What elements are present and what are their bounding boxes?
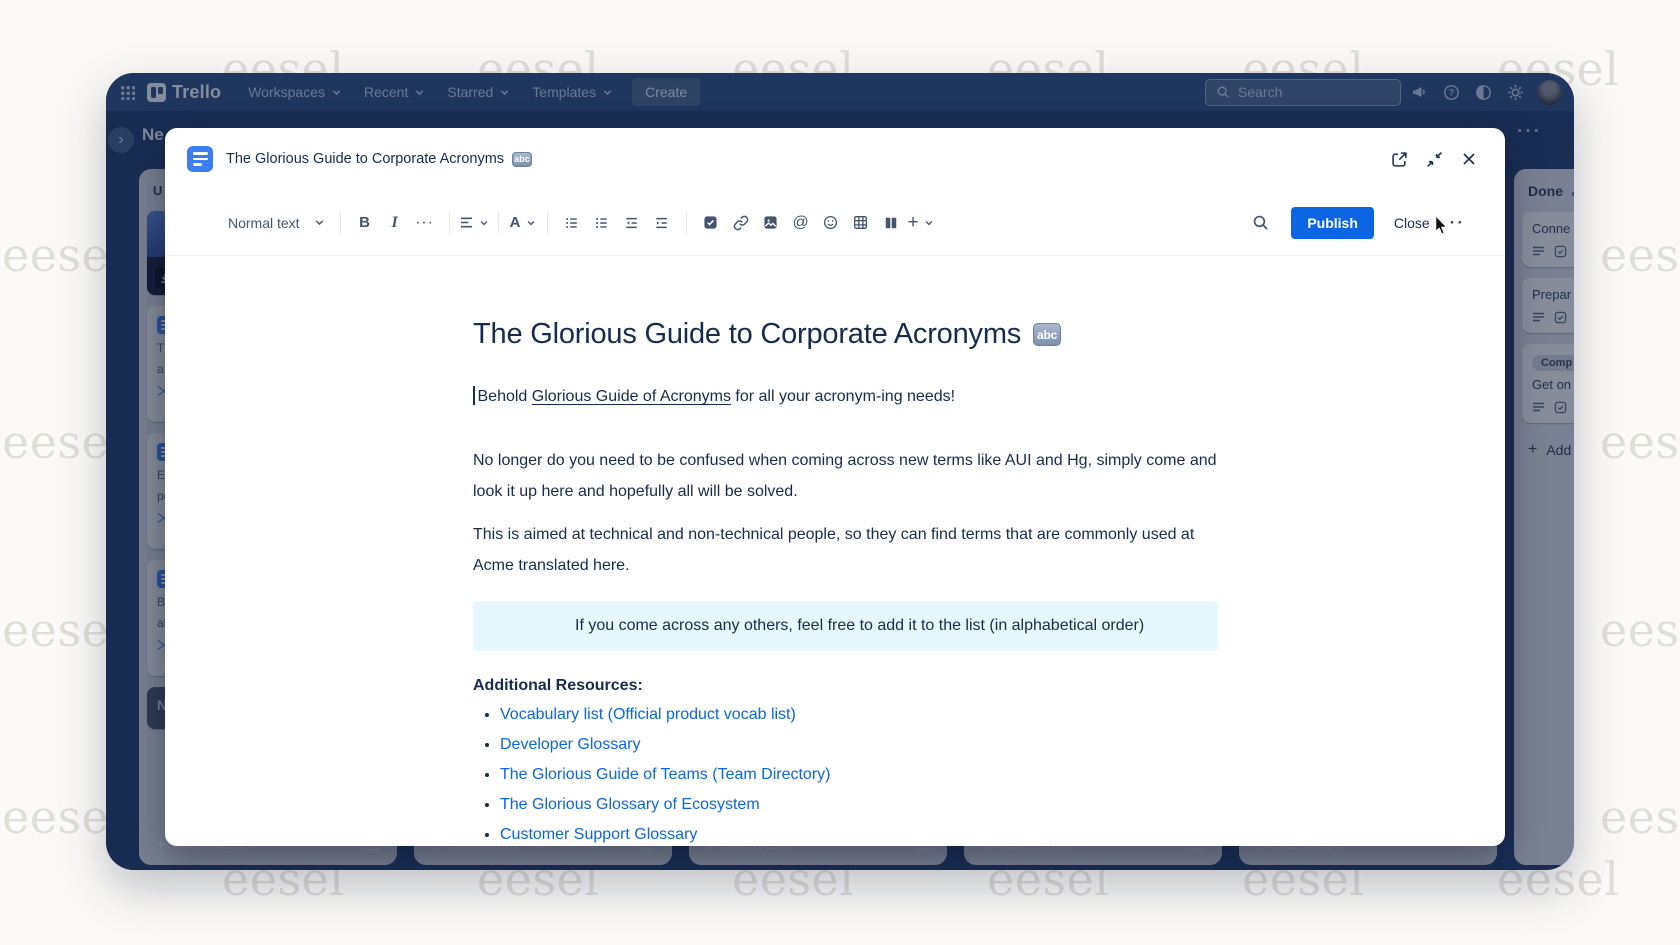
toolbar-divider [547, 212, 548, 234]
outdent-icon [624, 216, 639, 230]
table-button[interactable] [846, 208, 876, 238]
chevron-down-icon [479, 218, 489, 228]
editor-toolbar: Normal text B I ··· A [165, 190, 1505, 256]
paragraph-intro[interactable]: Behold Glorious Guide of Acronyms for al… [473, 385, 1218, 409]
italic-button[interactable]: I [380, 208, 410, 238]
paragraph-text: Behold [478, 388, 532, 405]
watermark-text: eesel [1600, 228, 1680, 282]
toolbar-divider [340, 212, 341, 234]
emoji-icon [823, 215, 838, 230]
modal-title-text: The Glorious Guide to Corporate Acronyms [226, 151, 504, 167]
resource-link[interactable]: Customer Support Glossary [500, 826, 697, 843]
find-in-doc-button[interactable] [1245, 208, 1275, 238]
modal-title: The Glorious Guide to Corporate Acronyms… [226, 151, 532, 167]
paragraph-text: for all your acronym-ing needs! [731, 388, 955, 405]
toolbar-overflow-icon[interactable]: ·· [1450, 213, 1465, 233]
resource-link[interactable]: The Glorious Glossary of Ecosystem [500, 796, 760, 813]
indent-button[interactable] [647, 208, 677, 238]
resources-list: Vocabulary list (Official product vocab … [473, 706, 1218, 844]
columns-icon [884, 216, 898, 230]
document-body[interactable]: The Glorious Guide to Corporate Acronyms… [165, 256, 1505, 846]
bullet-list-icon [564, 216, 579, 230]
insert-dropdown[interactable]: + [906, 208, 936, 238]
bullet-list-button[interactable] [557, 208, 587, 238]
document-modal: The Glorious Guide to Corporate Acronyms… [165, 128, 1505, 846]
inline-link[interactable]: Glorious Guide of Acronyms [532, 388, 731, 405]
numbered-list-button[interactable] [587, 208, 617, 238]
align-left-icon [459, 216, 474, 229]
close-icon[interactable] [1461, 151, 1477, 167]
publish-button[interactable]: Publish [1291, 207, 1374, 239]
emoji-button[interactable] [816, 208, 846, 238]
chevron-down-icon [314, 217, 325, 228]
numbered-list-icon [594, 216, 609, 230]
resource-link[interactable]: The Glorious Guide of Teams (Team Direct… [500, 766, 830, 783]
text-style-dropdown[interactable]: Normal text [222, 208, 331, 238]
list-item: Vocabulary list (Official product vocab … [500, 706, 1218, 724]
list-item: The Glorious Glossary of Ecosystem [500, 796, 1218, 814]
link-button[interactable] [726, 208, 756, 238]
open-in-new-window-icon[interactable] [1391, 151, 1408, 168]
paragraph[interactable]: This is aimed at technical and non-techn… [473, 519, 1218, 581]
resources-heading: Additional Resources: [473, 677, 1218, 695]
toolbar-divider [498, 212, 499, 234]
chevron-down-icon [526, 218, 536, 228]
watermark-text: eesel [1600, 790, 1680, 844]
document-title-text: The Glorious Guide to Corporate Acronyms [473, 318, 1021, 351]
text-color-dropdown[interactable]: A [508, 208, 538, 238]
more-formatting-button[interactable]: ··· [410, 208, 440, 238]
plus-icon: + [908, 212, 919, 234]
search-icon [1252, 214, 1269, 231]
table-icon [853, 215, 868, 230]
alignment-dropdown[interactable] [459, 208, 489, 238]
watermark-text: eesel [1600, 603, 1680, 657]
toolbar-divider [449, 212, 450, 234]
abc-emoji: abc [512, 152, 532, 167]
document-icon [187, 146, 213, 172]
close-editor-button[interactable]: Close [1390, 209, 1434, 237]
outdent-button[interactable] [617, 208, 647, 238]
abc-emoji: abc [1033, 323, 1061, 346]
indent-icon [654, 216, 669, 230]
link-icon [733, 215, 749, 231]
bold-button[interactable]: B [350, 208, 380, 238]
watermark-text: eesel [1600, 415, 1680, 469]
toolbar-divider [686, 212, 687, 234]
layout-columns-button[interactable] [876, 208, 906, 238]
resource-link[interactable]: Developer Glossary [500, 736, 641, 753]
list-item: The Glorious Guide of Teams (Team Direct… [500, 766, 1218, 784]
task-checkbox-icon [703, 215, 718, 230]
image-button[interactable] [756, 208, 786, 238]
chevron-down-icon [924, 218, 934, 228]
collapse-icon[interactable] [1426, 151, 1443, 168]
list-item: Developer Glossary [500, 736, 1218, 754]
resource-link[interactable]: Vocabulary list (Official product vocab … [500, 706, 796, 723]
modal-header: The Glorious Guide to Corporate Acronyms… [165, 128, 1505, 190]
trello-window: Trello Workspaces Recent Starred Templat… [106, 73, 1574, 870]
task-list-button[interactable] [696, 208, 726, 238]
list-item: Customer Support Glossary [500, 826, 1218, 844]
text-caret [473, 386, 475, 405]
text-style-label: Normal text [228, 215, 300, 231]
mention-button[interactable]: @ [786, 208, 816, 238]
document-title[interactable]: The Glorious Guide to Corporate Acronyms… [473, 318, 1218, 351]
paragraph[interactable]: No longer do you need to be confused whe… [473, 445, 1218, 507]
text-color-icon: A [510, 214, 521, 231]
mouse-cursor [1434, 215, 1449, 236]
info-panel[interactable]: If you come across any others, feel free… [473, 601, 1218, 651]
image-icon [763, 215, 778, 230]
